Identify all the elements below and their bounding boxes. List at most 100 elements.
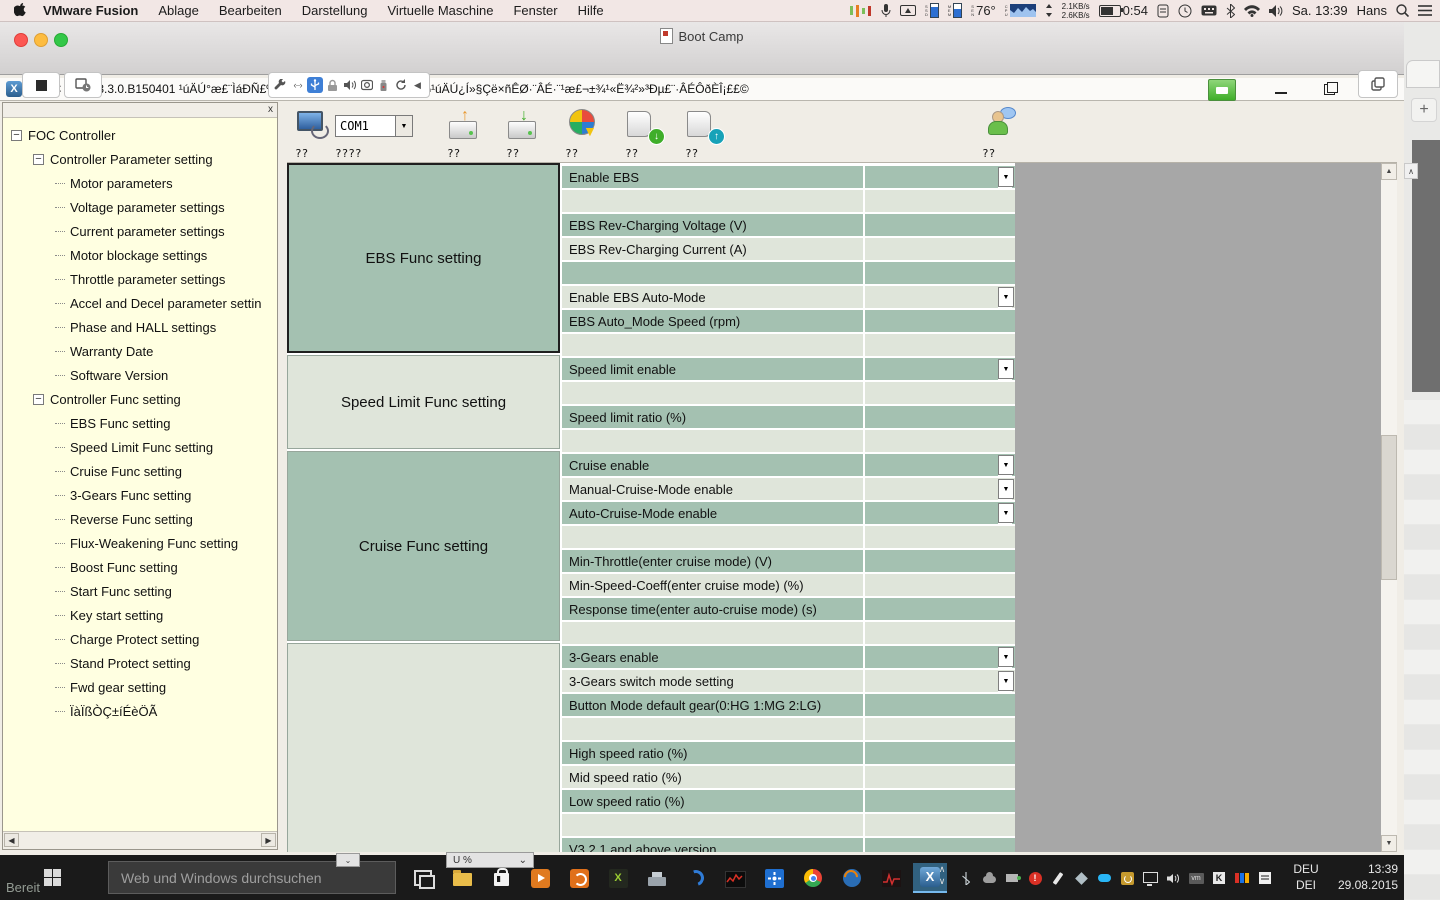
import-params-button[interactable]: ↓?? bbox=[625, 107, 685, 161]
tree-close-icon[interactable]: x bbox=[268, 104, 273, 115]
dropdown-arrow-icon[interactable]: ▼ bbox=[998, 503, 1014, 523]
tree-item[interactable]: Throttle parameter settings bbox=[3, 267, 277, 291]
param-value-cell[interactable] bbox=[865, 406, 1015, 428]
lock-icon[interactable] bbox=[325, 76, 340, 94]
param-value-cell[interactable] bbox=[865, 238, 1015, 260]
menu-fenster[interactable]: Fenster bbox=[503, 0, 567, 22]
taskbar-clock[interactable]: 13:3929.08.2015 bbox=[1330, 861, 1398, 894]
burner-app-icon[interactable] bbox=[562, 863, 596, 893]
language-indicator[interactable]: DEUDEI bbox=[1284, 861, 1328, 894]
scroll-up-icon[interactable]: ▲ bbox=[1381, 163, 1397, 180]
tree-expander-icon[interactable]: − bbox=[11, 130, 22, 141]
scanner-icon[interactable] bbox=[640, 863, 674, 893]
tree-item[interactable]: Start Func setting bbox=[3, 579, 277, 603]
param-value-cell[interactable] bbox=[865, 262, 1015, 284]
vmware-tools-icon[interactable]: vm bbox=[1186, 869, 1206, 887]
volume-icon[interactable] bbox=[1163, 869, 1183, 887]
param-value-cell[interactable]: ▼ bbox=[865, 478, 1015, 500]
tree-item[interactable]: Motor parameters bbox=[3, 171, 277, 195]
istat-bars-icon[interactable] bbox=[850, 5, 872, 17]
apple-icon[interactable] bbox=[0, 3, 33, 18]
vm-snapshot-button[interactable] bbox=[64, 72, 102, 98]
menu-ablage[interactable]: Ablage bbox=[148, 0, 208, 22]
param-value-cell[interactable] bbox=[865, 430, 1015, 452]
tree-hscrollbar[interactable]: ◀ ▶ bbox=[3, 831, 277, 849]
mem-gauge[interactable]: MEM bbox=[948, 3, 962, 18]
param-value-cell[interactable] bbox=[865, 814, 1015, 836]
xbmc-icon[interactable]: X bbox=[601, 863, 635, 893]
tree-item[interactable]: Flux-Weakening Func setting bbox=[3, 531, 277, 555]
chrome-icon[interactable] bbox=[796, 863, 830, 893]
start-button[interactable] bbox=[28, 855, 76, 900]
network-throughput[interactable]: 2.1KB/s2.6KB/s bbox=[1062, 2, 1090, 20]
battery-indicator[interactable]: 0:54 bbox=[1099, 3, 1148, 18]
com-port-combobox[interactable]: COM1▼ bbox=[335, 115, 413, 137]
volume-icon[interactable] bbox=[1269, 5, 1283, 17]
tree-item[interactable]: Boost Func setting bbox=[3, 555, 277, 579]
menu-bearbeiten[interactable]: Bearbeiten bbox=[209, 0, 292, 22]
tree-item[interactable]: Current parameter settings bbox=[3, 219, 277, 243]
gold-app-icon[interactable] bbox=[1117, 869, 1137, 887]
refresh-icon[interactable] bbox=[393, 76, 408, 94]
cloud-icon[interactable] bbox=[979, 869, 999, 887]
combobox-arrow-icon[interactable]: ▼ bbox=[395, 116, 412, 136]
tree-item[interactable]: Accel and Decel parameter settin bbox=[3, 291, 277, 315]
tree-item[interactable]: Fwd gear setting bbox=[3, 675, 277, 699]
microphone-icon[interactable] bbox=[881, 4, 891, 18]
scrollbar-thumb[interactable] bbox=[1381, 435, 1397, 580]
menu-vmware-fusion[interactable]: VMware Fusion bbox=[33, 3, 148, 18]
task-view-icon[interactable] bbox=[406, 863, 440, 893]
action-center-icon[interactable] bbox=[1255, 869, 1275, 887]
param-value-cell[interactable] bbox=[865, 766, 1015, 788]
camera-icon[interactable] bbox=[359, 76, 374, 94]
keyboard-layout-icon[interactable]: K bbox=[1209, 869, 1229, 887]
keyboard-icon[interactable] bbox=[1201, 5, 1217, 16]
param-value-cell[interactable] bbox=[865, 550, 1015, 572]
tree-item[interactable]: Speed Limit Func setting bbox=[3, 435, 277, 459]
settings-icon[interactable] bbox=[273, 76, 288, 94]
tree-item[interactable]: Reverse Func setting bbox=[3, 507, 277, 531]
param-value-cell[interactable]: ▼ bbox=[865, 670, 1015, 692]
usb-drive-icon[interactable] bbox=[376, 76, 391, 94]
minimize-button[interactable] bbox=[1268, 80, 1294, 98]
notification-center-icon[interactable] bbox=[1418, 5, 1432, 16]
sync-app-icon[interactable] bbox=[679, 863, 713, 893]
param-value-cell[interactable]: ▼ bbox=[865, 646, 1015, 668]
bluetooth-icon[interactable] bbox=[956, 869, 976, 887]
group-cell[interactable]: Cruise Func setting bbox=[287, 451, 560, 641]
display-icon[interactable] bbox=[900, 5, 916, 17]
group-cell[interactable]: Speed Limit Func setting bbox=[287, 355, 560, 449]
network-icon[interactable]: ‹··› bbox=[290, 76, 305, 94]
tree-item[interactable]: Phase and HALL settings bbox=[3, 315, 277, 339]
param-value-cell[interactable] bbox=[865, 382, 1015, 404]
tree-item[interactable]: Stand Protect setting bbox=[3, 651, 277, 675]
param-value-cell[interactable] bbox=[865, 742, 1015, 764]
new-tab-button[interactable]: + bbox=[1411, 98, 1437, 122]
param-value-cell[interactable] bbox=[865, 526, 1015, 548]
tree-item[interactable]: Software Version bbox=[3, 363, 277, 387]
time-machine-icon[interactable] bbox=[1178, 4, 1192, 18]
tree-item[interactable]: Cruise Func setting bbox=[3, 459, 277, 483]
menubar-clock[interactable]: Sa. 13:39 bbox=[1292, 3, 1348, 18]
com-port-select[interactable]: COM1▼???? bbox=[335, 107, 421, 161]
collapse-icon[interactable]: ◀ bbox=[410, 76, 425, 94]
param-value-cell[interactable]: ▼ bbox=[865, 358, 1015, 380]
tree-item[interactable]: Motor blockage settings bbox=[3, 243, 277, 267]
param-value-cell[interactable]: ▼ bbox=[865, 166, 1015, 188]
scroll-left-icon[interactable]: ◀ bbox=[4, 833, 19, 847]
tree-item[interactable]: EBS Func setting bbox=[3, 411, 277, 435]
param-value-cell[interactable]: ▼ bbox=[865, 286, 1015, 308]
param-value-cell[interactable] bbox=[865, 334, 1015, 356]
restore-button[interactable] bbox=[1316, 80, 1342, 98]
tree-expander-icon[interactable]: − bbox=[33, 154, 44, 165]
write-to-controller-button[interactable]: ↓?? bbox=[506, 107, 566, 161]
color-profile-icon[interactable] bbox=[1232, 869, 1252, 887]
dropdown-arrow-icon[interactable]: ▼ bbox=[998, 647, 1014, 667]
group-cell[interactable] bbox=[287, 643, 560, 852]
ssd-gauge[interactable]: SSD bbox=[925, 3, 939, 18]
tree-item[interactable]: Key start setting bbox=[3, 603, 277, 627]
notes-menu-icon[interactable] bbox=[1157, 4, 1169, 18]
stock-chart-icon[interactable] bbox=[718, 863, 752, 893]
menubar-user[interactable]: Hans bbox=[1357, 3, 1387, 18]
sensor-temp[interactable]: SEN76° bbox=[971, 3, 996, 18]
